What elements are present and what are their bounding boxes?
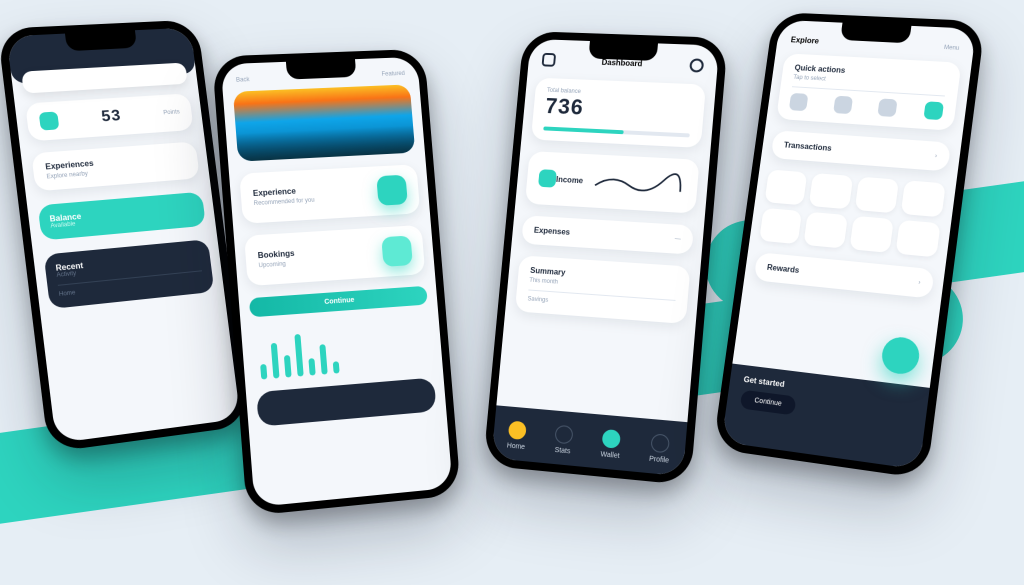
progress-bar (543, 126, 690, 137)
device-notch (285, 59, 356, 79)
grid-tile[interactable] (849, 216, 894, 253)
device-notch (588, 41, 658, 61)
phone-mockup-4: Explore Menu Quick actions Tap to select… (713, 12, 986, 479)
device-notch (840, 23, 911, 44)
list-item-experience[interactable]: Experience Recommended for you (239, 164, 420, 224)
action-icon[interactable] (789, 93, 809, 111)
tab-profile[interactable]: Profile (649, 433, 671, 464)
row-label: Expenses (534, 226, 571, 237)
item-subtitle: Upcoming (258, 261, 295, 269)
list-label: Transactions (783, 141, 832, 153)
list-item-rewards[interactable]: Rewards › (754, 252, 935, 298)
grid-tiles (759, 169, 946, 257)
actions-card: Quick actions Tap to select (776, 53, 961, 131)
hero-image[interactable] (233, 84, 415, 161)
sparkline (590, 168, 687, 199)
grid-tile[interactable] (809, 173, 853, 209)
screen-3: Dashboard Total balance 736 Income Expen… (491, 39, 719, 476)
phone-mockup-1: 53 Points Experiences Explore nearby Bal… (0, 20, 249, 453)
stat-value: 53 (100, 107, 122, 126)
row-expenses[interactable]: Expenses — (521, 215, 694, 254)
action-button[interactable] (376, 175, 408, 206)
screen-1: 53 Points Experiences Explore nearby Bal… (6, 28, 240, 444)
action-icon[interactable] (833, 96, 853, 114)
menu-link[interactable]: Menu (944, 45, 960, 52)
bottom-pill[interactable] (256, 377, 436, 426)
screen-2: Back Featured Experience Recommended for… (221, 57, 453, 507)
back-button[interactable]: Back (236, 77, 250, 84)
device-notch (65, 30, 137, 51)
stat-icon (39, 111, 60, 130)
screen-4: Explore Menu Quick actions Tap to select… (721, 20, 976, 470)
fab-button[interactable] (880, 335, 921, 376)
experiences-card[interactable]: Experiences Explore nearby (31, 141, 200, 191)
list-label: Rewards (766, 263, 799, 275)
bottom-sheet: Get started Continue (721, 364, 929, 470)
grid-tile[interactable] (895, 220, 940, 258)
footer-label: Home (59, 277, 204, 298)
action-icon[interactable] (923, 101, 944, 120)
metric-value: 736 (544, 94, 692, 126)
cta-button[interactable]: Continue (249, 286, 428, 318)
continue-button[interactable]: Continue (740, 390, 797, 416)
row-label: Income (556, 174, 584, 184)
hero-label: Featured (381, 71, 405, 78)
grid-tile[interactable] (854, 177, 899, 214)
tab-wallet[interactable]: Wallet (600, 429, 622, 460)
grid-tile[interactable] (900, 180, 945, 217)
action-button[interactable] (381, 235, 413, 266)
list-item-transactions[interactable]: Transactions › (771, 130, 951, 171)
summary-card[interactable]: Summary This month Savings (515, 255, 691, 324)
tab-bar: Home Stats Wallet Profile (491, 405, 687, 476)
item-title: Experience (253, 186, 315, 198)
profile-icon[interactable] (689, 58, 704, 72)
phone-mockup-3: Dashboard Total balance 736 Income Expen… (483, 31, 728, 485)
grid-tile[interactable] (764, 169, 807, 205)
phone-mockup-2: Back Featured Experience Recommended for… (212, 49, 461, 516)
row-icon (538, 169, 557, 187)
grid-tile[interactable] (759, 208, 802, 244)
tab-home[interactable]: Home (507, 421, 528, 452)
item-subtitle: Recommended for you (254, 198, 315, 207)
balance-card[interactable]: Balance Available (38, 192, 206, 241)
recent-card[interactable]: Recent Activity Home (44, 239, 215, 309)
menu-icon[interactable] (542, 53, 557, 67)
stat-label: Points (163, 109, 180, 116)
activity-chart (251, 316, 433, 380)
metric-card: Total balance 736 (531, 78, 706, 148)
grid-tile[interactable] (804, 212, 848, 249)
list-item-bookings[interactable]: Bookings Upcoming (244, 225, 425, 286)
action-icon[interactable] (878, 98, 898, 117)
mockup-stage: 53 Points Experiences Explore nearby Bal… (0, 0, 1024, 585)
brand-title: Explore (790, 36, 819, 46)
item-title: Bookings (257, 249, 294, 260)
row-income[interactable]: Income (525, 151, 700, 214)
tab-stats[interactable]: Stats (553, 425, 573, 456)
stat-card[interactable]: 53 Points (25, 93, 194, 141)
